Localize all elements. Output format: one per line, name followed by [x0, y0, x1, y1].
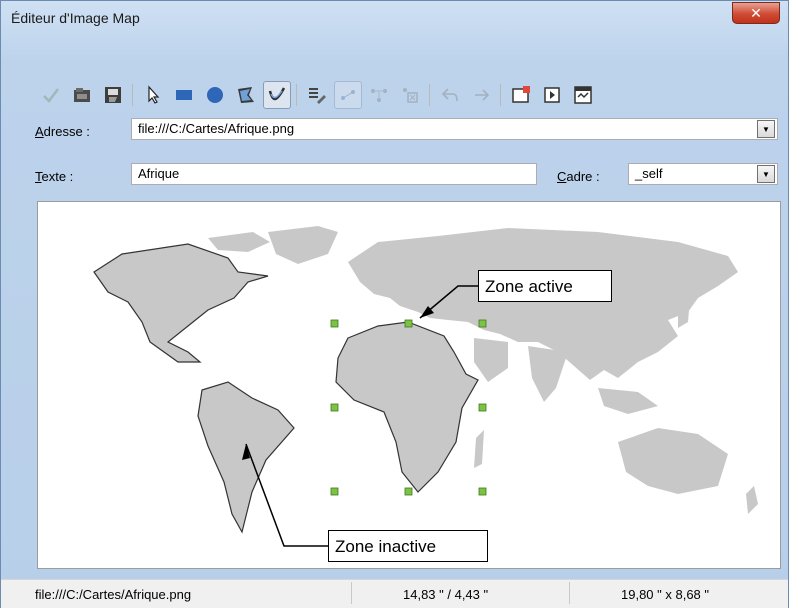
status-position: 14,83 " / 4,43 " [403, 587, 489, 602]
edit-points-icon [309, 88, 326, 104]
select-button[interactable] [139, 81, 167, 109]
close-button[interactable]: ✕ [732, 2, 780, 24]
polygon-button[interactable] [232, 81, 260, 109]
toolbar-separator [429, 84, 430, 106]
address-value: file:///C:/Cartes/Afrique.png [138, 121, 295, 136]
open-button[interactable] [68, 81, 96, 109]
move-points-icon [341, 90, 355, 100]
frame-dropdown-button[interactable]: ▼ [757, 165, 775, 183]
status-file: file:///C:/Cartes/Afrique.png [35, 587, 192, 602]
properties-button[interactable] [569, 81, 597, 109]
australia-shape [618, 428, 728, 494]
active-icon [512, 86, 530, 103]
window-title: Éditeur d'Image Map [11, 10, 140, 26]
greenland-shape [268, 226, 338, 264]
macro-icon [544, 87, 560, 103]
active-zone-label: Zone active [485, 277, 573, 296]
undo-button[interactable] [436, 81, 464, 109]
arabia-shape [474, 338, 508, 382]
africa-shape [335, 321, 479, 493]
redo-button[interactable] [467, 81, 495, 109]
apply-icon [43, 88, 59, 103]
active-zone-callout: Zone active [478, 270, 612, 302]
freeform-polygon-button[interactable] [263, 81, 291, 109]
undo-icon [441, 88, 458, 102]
insert-points-button[interactable] [365, 81, 393, 109]
text-label: Texte : [35, 169, 74, 184]
move-points-button[interactable] [334, 81, 362, 109]
status-divider [351, 582, 352, 604]
madagascar-shape [474, 430, 484, 468]
ellipse-button[interactable] [201, 81, 229, 109]
india-shape [528, 346, 568, 402]
chevron-down-icon: ▼ [762, 124, 770, 134]
japan-shape [678, 298, 690, 328]
ellipse-icon [207, 87, 223, 103]
open-icon [74, 88, 90, 102]
frame-value: _self [635, 166, 663, 181]
address-dropdown-button[interactable]: ▼ [757, 120, 775, 138]
address-input[interactable]: file:///C:/Cartes/Afrique.png [131, 118, 778, 140]
inactive-zone-callout: Zone inactive [328, 530, 488, 562]
status-divider [569, 582, 570, 604]
toolbar-separator [296, 84, 297, 106]
title-bar: Éditeur d'Image Map ✕ [1, 1, 788, 31]
status-size: 19,80 " x 8,68 " [621, 587, 710, 602]
apply-button[interactable] [37, 81, 65, 109]
redo-icon [475, 89, 490, 101]
rectangle-icon [176, 90, 192, 100]
status-bar: file:///C:/Cartes/Afrique.png 14,83 " / … [1, 579, 788, 608]
toolbar-separator [500, 84, 501, 106]
text-value: Afrique [138, 166, 180, 181]
image-map-canvas[interactable]: Zone active Zone inactive [37, 201, 781, 569]
edit-points-button[interactable] [303, 81, 331, 109]
north-america-shape [93, 243, 269, 363]
inactive-zone-label: Zone inactive [335, 537, 437, 556]
address-label: Adresse : [35, 124, 90, 139]
toolbar [37, 81, 789, 109]
arctic-islands-shape [208, 232, 270, 252]
rectangle-button[interactable] [170, 81, 198, 109]
frame-label: Cadre : [557, 169, 600, 184]
toolbar-separator [132, 84, 133, 106]
insert-points-icon [371, 89, 387, 102]
save-button[interactable] [99, 81, 127, 109]
freeform-polygon-icon [268, 87, 286, 101]
image-map-editor-window: Éditeur d'Image Map ✕ Adresse: file:///… [0, 0, 789, 608]
save-icon [105, 87, 121, 103]
close-icon: ✕ [750, 4, 762, 21]
active-button[interactable] [507, 81, 535, 109]
select-pointer-icon [148, 85, 160, 104]
properties-icon [574, 86, 592, 104]
world-map-image [93, 226, 758, 547]
macro-button[interactable] [538, 81, 566, 109]
new-zealand-shape [746, 486, 758, 514]
chevron-down-icon: ▼ [762, 169, 770, 179]
delete-points-button[interactable] [396, 81, 424, 109]
text-input[interactable]: Afrique [131, 163, 537, 185]
frame-select[interactable]: _self [628, 163, 778, 185]
delete-points-icon [403, 88, 418, 103]
polygon-icon [238, 87, 254, 103]
southeast-asia-shape [598, 388, 658, 414]
